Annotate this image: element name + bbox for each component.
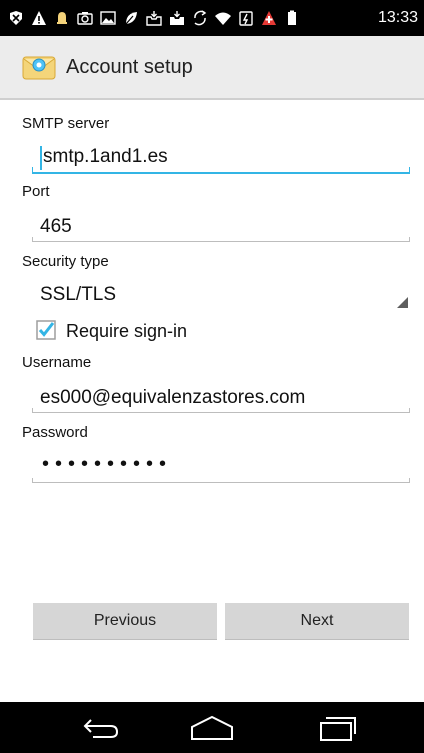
port-label: Port xyxy=(22,183,50,200)
password-underline xyxy=(32,478,410,483)
status-icons xyxy=(0,10,300,26)
alert-icon xyxy=(261,10,277,26)
image-icon xyxy=(100,10,116,26)
battery-charging-icon xyxy=(238,10,254,26)
leaf-icon xyxy=(123,10,139,26)
require-signin-checkbox[interactable] xyxy=(36,320,56,340)
page-title: Account setup xyxy=(66,55,193,78)
action-bar: Account setup xyxy=(0,36,424,100)
home-icon[interactable] xyxy=(187,711,237,745)
inbox-icon xyxy=(146,10,162,26)
username-input[interactable]: es000@equivalenzastores.com xyxy=(40,387,305,409)
battery-icon xyxy=(284,10,300,26)
text-cursor xyxy=(40,146,42,170)
previous-button[interactable]: Previous xyxy=(33,603,217,640)
recents-icon[interactable] xyxy=(312,711,362,745)
smtp-server-label: SMTP server xyxy=(22,115,110,132)
next-button[interactable]: Next xyxy=(225,603,409,640)
status-bar: 13:33 xyxy=(0,0,424,36)
warning-icon xyxy=(31,10,47,26)
back-icon[interactable] xyxy=(76,711,126,745)
require-signin-label[interactable]: Require sign-in xyxy=(66,321,187,342)
dropdown-arrow-icon[interactable] xyxy=(397,297,408,308)
username-underline xyxy=(32,408,410,413)
navigation-bar xyxy=(0,702,424,753)
smtp-server-input[interactable]: smtp.1and1.es xyxy=(43,146,168,168)
smtp-server-underline xyxy=(32,167,410,174)
username-label: Username xyxy=(22,354,92,371)
security-type-select[interactable]: SSL/TLS xyxy=(40,284,116,306)
screen: 13:33 Account setup SMTP server smtp.1an… xyxy=(0,0,424,753)
inbox-icon-2 xyxy=(169,10,185,26)
sync-icon xyxy=(192,10,208,26)
email-envelope-icon xyxy=(22,56,56,80)
camera-icon xyxy=(77,10,93,26)
usb-debug-icon xyxy=(8,10,24,26)
bell-icon xyxy=(54,10,70,26)
port-input[interactable]: 465 xyxy=(40,216,72,238)
status-time: 13:33 xyxy=(377,9,418,26)
password-label: Password xyxy=(22,424,88,441)
password-input[interactable]: •••••••••• xyxy=(42,453,172,476)
port-underline xyxy=(32,237,410,242)
wifi-icon xyxy=(215,10,231,26)
security-type-label: Security type xyxy=(22,253,109,270)
